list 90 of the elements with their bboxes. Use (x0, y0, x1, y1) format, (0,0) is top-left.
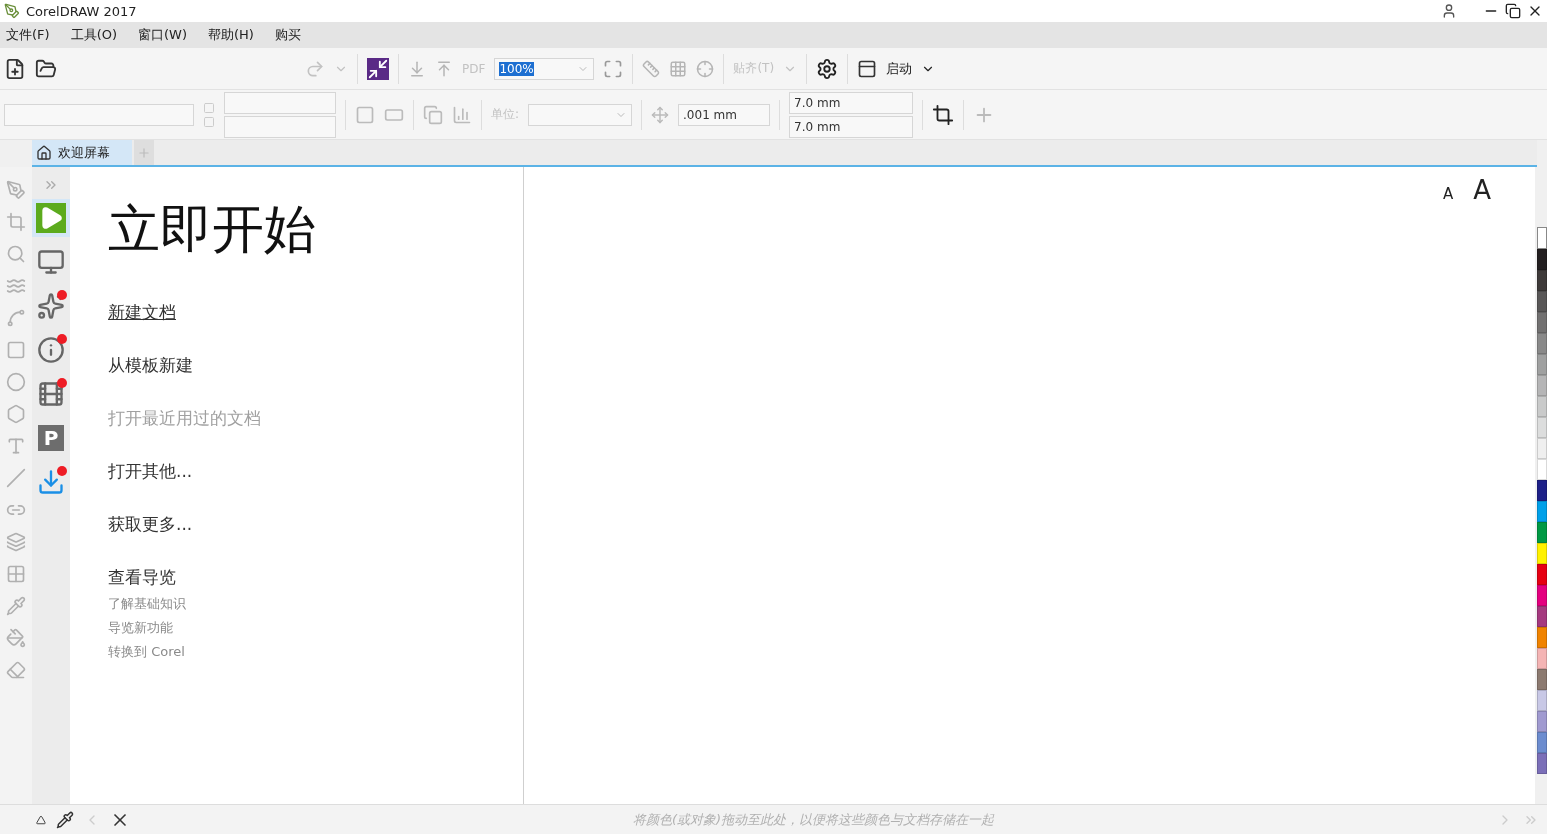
color-swatch[interactable] (1537, 753, 1547, 774)
color-swatch[interactable] (1537, 333, 1547, 354)
zoom-field[interactable]: 100% (494, 57, 595, 80)
menu-item[interactable]: 帮助(H) (208, 26, 254, 44)
play-icon[interactable] (36, 814, 46, 825)
color-swatch[interactable] (1537, 501, 1547, 522)
color-swatch[interactable] (1537, 732, 1547, 753)
eyedropper-icon[interactable] (56, 810, 74, 829)
tool-icon[interactable] (6, 404, 26, 424)
grid-icon[interactable] (669, 59, 688, 78)
tool-icon[interactable] (6, 340, 26, 360)
page-height-field[interactable] (224, 115, 336, 138)
color-swatch[interactable] (1537, 627, 1547, 648)
color-swatch[interactable] (1537, 480, 1547, 501)
tour-heading: 查看导览 (108, 566, 177, 589)
welcome-link[interactable]: 打开其他... (108, 460, 193, 483)
color-swatch[interactable] (1537, 438, 1547, 459)
menu-item[interactable]: 工具(O) (70, 26, 117, 44)
docker-item[interactable]: P (32, 419, 70, 457)
tool-icon[interactable] (6, 628, 26, 648)
add-tab-button[interactable] (134, 140, 154, 165)
color-swatch[interactable] (1537, 564, 1547, 585)
restore-icon[interactable] (1505, 3, 1521, 19)
color-swatch[interactable] (1537, 396, 1547, 417)
open-folder-icon[interactable] (35, 57, 57, 80)
tool-icon[interactable] (6, 372, 26, 392)
tool-icon[interactable] (6, 564, 26, 584)
menu-item[interactable]: 购买 (274, 26, 301, 44)
color-swatch[interactable] (1537, 711, 1547, 732)
color-swatch[interactable] (1537, 270, 1547, 291)
home-icon[interactable] (36, 144, 52, 161)
larger-text-button[interactable]: A (1473, 175, 1491, 205)
welcome-link[interactable]: 从模板新建 (108, 354, 193, 377)
tool-icon[interactable] (6, 532, 26, 552)
color-swatch[interactable] (1537, 312, 1547, 333)
tool-icon[interactable] (6, 212, 26, 232)
ruler-icon[interactable] (642, 59, 661, 78)
tool-icon[interactable] (6, 180, 26, 200)
tool-icon[interactable] (6, 436, 26, 456)
nudge-icon[interactable] (651, 105, 670, 124)
tour-link[interactable]: 转换到 Corel (108, 643, 185, 661)
nudge-field[interactable]: .001 mm (678, 103, 771, 126)
color-swatch[interactable] (1537, 606, 1547, 627)
color-swatch[interactable] (1537, 459, 1547, 480)
settings-icon[interactable] (816, 57, 839, 80)
window-title: CorelDRAW 2017 (26, 3, 138, 19)
page-width-field[interactable] (224, 91, 336, 114)
color-swatch[interactable] (1537, 690, 1547, 711)
welcome-link[interactable]: 新建文档 (108, 301, 176, 324)
tour-link[interactable]: 了解基础知识 (108, 595, 186, 613)
color-swatch[interactable] (1537, 543, 1547, 564)
color-swatch[interactable] (1537, 291, 1547, 312)
color-swatch[interactable] (1537, 669, 1547, 690)
color-swatch[interactable] (1537, 585, 1547, 606)
welcome-heading: 立即开始 (108, 198, 317, 261)
duplicate-y-field[interactable]: 7.0 mm (789, 115, 914, 138)
full-screen-icon[interactable] (603, 58, 624, 79)
unit-field[interactable] (528, 103, 633, 126)
portrait-icon[interactable] (355, 104, 375, 125)
color-swatch[interactable] (1537, 522, 1547, 543)
export-icon[interactable] (435, 59, 453, 78)
letter-icon[interactable]: P (38, 425, 64, 451)
workspace-icon[interactable] (857, 58, 878, 79)
color-swatch[interactable] (1537, 417, 1547, 438)
account-icon[interactable] (1441, 3, 1457, 19)
tool-icon[interactable] (6, 308, 26, 328)
preset-field[interactable] (4, 103, 194, 126)
color-swatch[interactable] (1537, 648, 1547, 669)
new-document-icon[interactable] (4, 57, 26, 80)
redo-icon[interactable] (305, 58, 325, 79)
color-swatch[interactable] (1537, 249, 1547, 270)
launch-dropdown[interactable]: 启动 (886, 59, 913, 78)
menu-item[interactable]: 文件(F) (6, 26, 50, 44)
tool-icon[interactable] (6, 468, 26, 488)
tool-icon[interactable] (6, 660, 26, 680)
menu-item[interactable]: 窗口(W) (138, 26, 187, 44)
smaller-text-button[interactable]: A (1442, 185, 1454, 203)
tool-icon[interactable] (6, 276, 26, 296)
color-swatch[interactable] (1537, 375, 1547, 396)
color-swatch[interactable] (1537, 354, 1547, 375)
no-color-swatch[interactable] (1537, 227, 1547, 249)
add-icon[interactable] (137, 145, 151, 160)
app-logo-icon (4, 3, 20, 19)
import-icon[interactable] (408, 59, 426, 78)
tool-icon[interactable] (6, 596, 26, 616)
tool-icon[interactable] (6, 244, 26, 264)
welcome-tab[interactable]: 欢迎屏幕 (32, 140, 132, 165)
welcome-link[interactable]: 获取更多... (108, 513, 193, 536)
duplicate-x-field[interactable]: 7.0 mm (789, 91, 914, 114)
tour-link[interactable]: 导览新功能 (108, 619, 173, 637)
